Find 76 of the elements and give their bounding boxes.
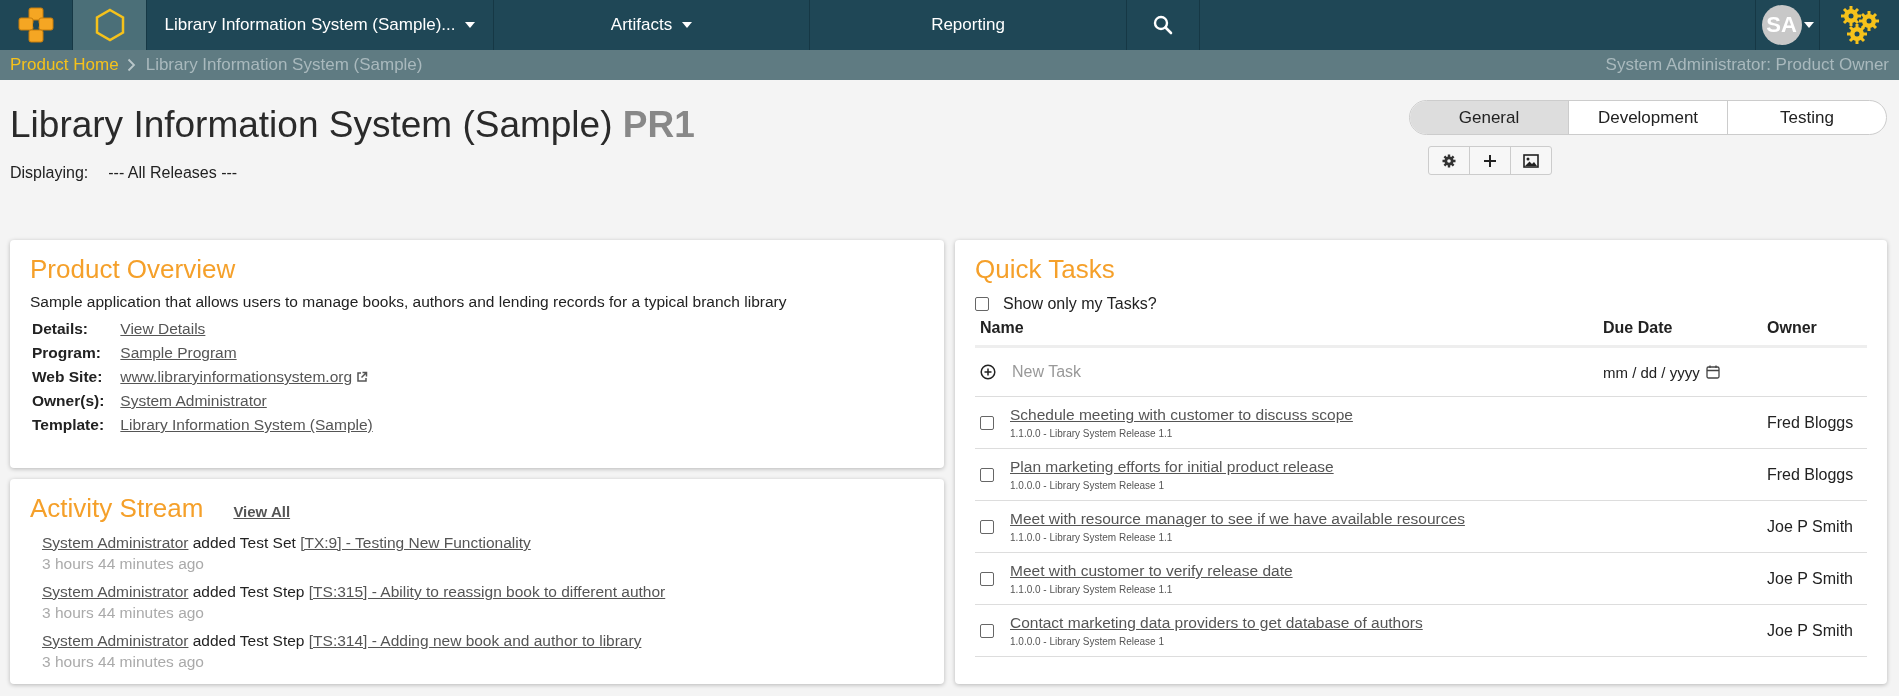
caret-icon [682, 22, 693, 28]
view-tab[interactable]: General [1410, 101, 1568, 134]
settings-icon [1442, 153, 1456, 168]
task-owner: Fred Bloggs [1767, 465, 1855, 484]
checkbox[interactable] [975, 297, 989, 311]
column-header: Owner [1767, 319, 1818, 337]
checkbox[interactable] [980, 519, 994, 534]
caret-icon [465, 22, 476, 28]
user-link[interactable]: System Administrator [42, 632, 189, 649]
task-release: 1.0.0.0 - Library System Release 1 [1010, 636, 1165, 647]
task-link[interactable]: Contact marketing data providers to get database of authors [1010, 614, 1603, 632]
activity-entry: System Administrator added Test Step [TS:314] - Adding new book and author to library [42, 632, 643, 650]
artifact-link[interactable]: [TS:314] - Adding new book and author to library [308, 632, 642, 649]
task-link[interactable]: Schedule meeting with customer to discuss scope [1010, 406, 1603, 424]
displaying-label: Displaying: [10, 164, 89, 182]
field-link[interactable]: System Administrator [120, 392, 267, 409]
chevron-icon [126, 58, 136, 72]
user-role: System Administrator: Product Owner [1605, 55, 1889, 75]
task-owner: Fred Bloggs [1767, 413, 1855, 432]
task-link[interactable]: Meet with resource manager to see if we have available resources [1010, 510, 1603, 528]
field-label: Program: [31, 343, 102, 363]
task-owner: Joe P Smith [1767, 569, 1854, 588]
field-link[interactable]: View Details [120, 320, 206, 337]
calendar-icon [1705, 365, 1720, 379]
breadcrumb-current: Library Information System (Sample) [145, 55, 423, 75]
card-heading: Quick Tasks [975, 254, 1116, 285]
home-button[interactable] [73, 0, 147, 50]
field-label: Owner(s): [31, 391, 106, 411]
task-owner: Joe P Smith [1767, 517, 1854, 536]
task-owner: Joe P Smith [1767, 621, 1854, 640]
release-filter[interactable]: --- All Releases --- [108, 164, 238, 182]
field-link[interactable]: Sample Program [120, 344, 237, 361]
user-link[interactable]: System Administrator [42, 534, 189, 551]
hexagon-icon [93, 8, 126, 42]
card-heading: Product Overview [30, 254, 237, 285]
field-label: Details: [31, 319, 89, 339]
activity-time: 3 hours 44 minutes ago [42, 604, 205, 622]
image-icon [1523, 153, 1539, 168]
checkbox[interactable] [980, 415, 994, 430]
product-token: PR1 [622, 104, 695, 145]
activity-entry: System Administrator added Test Step [TS:315] - Ability to reassign book to different author [42, 583, 667, 601]
task-release: 1.1.0.0 - Library System Release 1.1 [1010, 584, 1174, 595]
view-all-link[interactable]: View All [233, 503, 291, 520]
task-link[interactable]: Plan marketing efforts for initial product release [1010, 458, 1603, 476]
due-date-field[interactable]: mm / dd / yyyy [1603, 363, 1767, 381]
field-link[interactable]: www.libraryinformationsystem.org [120, 368, 353, 385]
activity-time: 3 hours 44 minutes ago [42, 653, 205, 671]
view-tab[interactable]: Testing [1727, 101, 1886, 134]
column-header: Due Date [1603, 319, 1674, 337]
field-link[interactable]: Library Information System (Sample) [120, 416, 373, 433]
add-circle-icon[interactable] [980, 364, 996, 380]
caret-icon [1803, 22, 1814, 28]
checkbox-label: Show only my Tasks? [1003, 295, 1157, 313]
card-heading: Activity Stream [30, 493, 204, 524]
checkbox[interactable] [980, 467, 994, 482]
search-icon [1153, 15, 1173, 35]
new-task-field[interactable]: New Task [1012, 363, 1603, 381]
plus-icon [1483, 153, 1497, 168]
task-link[interactable]: Meet with customer to verify release date [1010, 562, 1603, 580]
column-header: Name [979, 319, 1025, 337]
task-release: 1.1.0.0 - Library System Release 1.1 [1010, 532, 1174, 543]
artifact-link[interactable]: [TX:9] - Testing New Functionality [300, 534, 531, 551]
checkbox[interactable] [980, 623, 994, 638]
task-release: 1.0.0.0 - Library System Release 1 [1010, 480, 1165, 491]
activity-time: 3 hours 44 minutes ago [42, 555, 205, 573]
task-release: 1.1.0.0 - Library System Release 1.1 [1010, 428, 1174, 439]
product-description: Sample application that allows users to manage books, authors and lending records for a typical branch library [30, 293, 788, 311]
field-label: Web Site: [31, 367, 104, 387]
field-label: Template: [31, 415, 106, 435]
activity-entry: System Administrator added Test Set [TX:9] - Testing New Functionality [42, 534, 532, 552]
checkbox[interactable] [980, 571, 994, 586]
artifact-link[interactable]: [TS:315] - Ability to reassign book to different author [308, 583, 666, 600]
page-title: Library Information System (Sample) [10, 104, 613, 145]
view-tab[interactable]: Development [1568, 101, 1727, 134]
user-link[interactable]: System Administrator [42, 583, 189, 600]
external-link-icon [356, 371, 369, 383]
